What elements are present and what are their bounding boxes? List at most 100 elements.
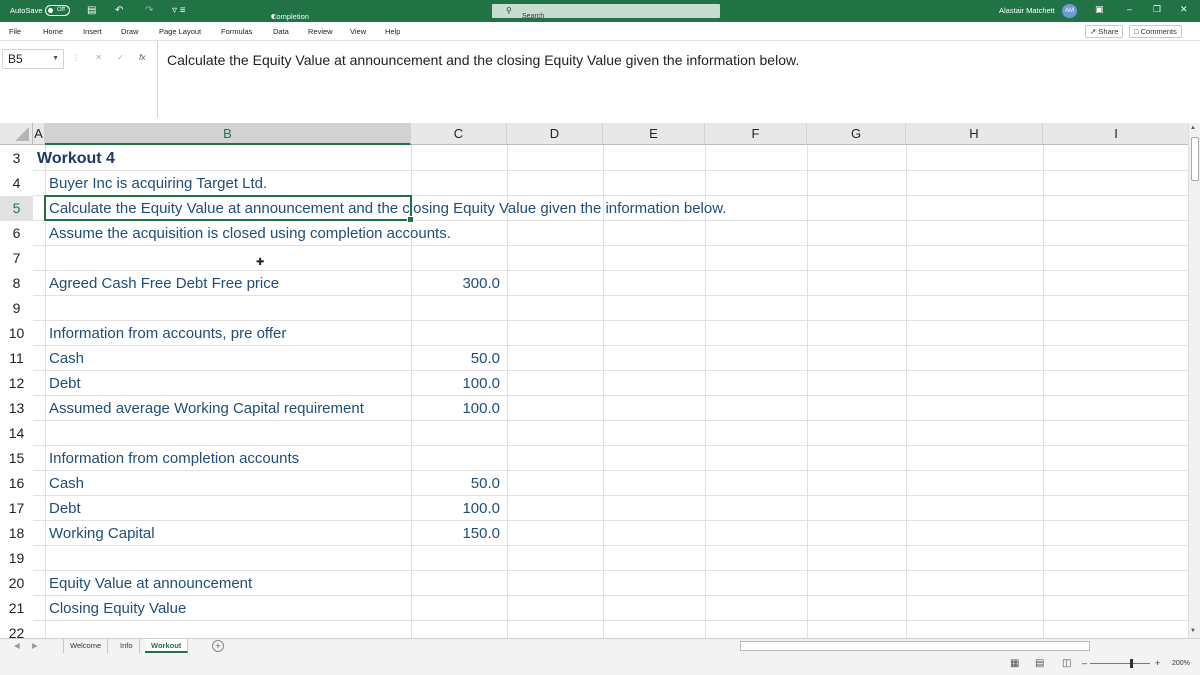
- next-sheet-icon[interactable]: ▶: [32, 641, 38, 650]
- zoom-level[interactable]: 200%: [1172, 660, 1190, 667]
- cell-b21[interactable]: Closing Equity Value: [49, 596, 186, 621]
- name-box[interactable]: B5 ▼: [2, 49, 64, 69]
- zoom-out-icon[interactable]: –: [1082, 658, 1087, 668]
- row-header-21[interactable]: 21: [0, 596, 33, 621]
- horizontal-scrollbar[interactable]: [740, 641, 1090, 651]
- row-header-14[interactable]: 14: [0, 421, 33, 446]
- prev-sheet-icon[interactable]: ◀: [14, 641, 20, 650]
- close-icon[interactable]: ✕: [1180, 4, 1188, 15]
- cell-c8[interactable]: 300.0: [411, 271, 500, 296]
- cell-b16[interactable]: Cash: [49, 471, 84, 496]
- ribbon-display-icon[interactable]: ▣: [1095, 4, 1104, 15]
- row-header-8[interactable]: 8: [0, 271, 33, 296]
- normal-view-icon[interactable]: ▦: [1010, 658, 1019, 669]
- tab-file[interactable]: File: [9, 27, 21, 36]
- tab-home[interactable]: Home: [43, 27, 63, 36]
- cell-a3[interactable]: Workout 4: [37, 146, 115, 171]
- cell-c12[interactable]: 100.0: [411, 371, 500, 396]
- scroll-up-icon[interactable]: ▲: [1190, 125, 1196, 131]
- cell-c16[interactable]: 50.0: [411, 471, 500, 496]
- cell-c11[interactable]: 50.0: [411, 346, 500, 371]
- sheet-tab-welcome[interactable]: Welcome: [63, 639, 109, 653]
- tab-view[interactable]: View: [350, 27, 366, 36]
- cell-c17[interactable]: 100.0: [411, 496, 500, 521]
- row-header-9[interactable]: 9: [0, 296, 33, 321]
- cell-b15[interactable]: Information from completion accounts: [49, 446, 299, 471]
- page-layout-view-icon[interactable]: ▤: [1035, 658, 1044, 669]
- column-header-h[interactable]: H: [906, 123, 1043, 145]
- cell-b18[interactable]: Working Capital: [49, 521, 155, 546]
- restore-icon[interactable]: ❐: [1153, 4, 1161, 15]
- column-header-i[interactable]: I: [1043, 123, 1190, 145]
- row-header-17[interactable]: 17: [0, 496, 33, 521]
- row-header-7[interactable]: 7: [0, 246, 33, 271]
- row-header-19[interactable]: 19: [0, 546, 33, 571]
- row-header-10[interactable]: 10: [0, 321, 33, 346]
- customize-icon[interactable]: ▿ ≡: [172, 5, 186, 17]
- cell-b4[interactable]: Buyer Inc is acquiring Target Ltd.: [49, 171, 267, 196]
- column-header-g[interactable]: G: [807, 123, 906, 145]
- share-button[interactable]: ↗ Share: [1085, 25, 1124, 38]
- cell-b8[interactable]: Agreed Cash Free Debt Free price: [49, 271, 279, 296]
- row-header-6[interactable]: 6: [0, 221, 33, 246]
- column-header-d[interactable]: D: [507, 123, 603, 145]
- comments-button[interactable]: □ Comments: [1129, 25, 1182, 38]
- tab-review[interactable]: Review: [308, 27, 333, 36]
- cell-c18[interactable]: 150.0: [411, 521, 500, 546]
- add-sheet-icon[interactable]: +: [212, 640, 224, 652]
- row-header-12[interactable]: 12: [0, 371, 33, 396]
- tab-data[interactable]: Data: [273, 27, 289, 36]
- row-header-16[interactable]: 16: [0, 471, 33, 496]
- insert-function-icon[interactable]: fx: [139, 53, 145, 62]
- column-header-a[interactable]: A: [33, 123, 45, 145]
- sheet-tab-workout[interactable]: Workout: [145, 639, 189, 653]
- row-header-5[interactable]: 5: [0, 196, 33, 221]
- minimize-icon[interactable]: –: [1127, 4, 1132, 14]
- cell-b17[interactable]: Debt: [49, 496, 81, 521]
- enter-icon[interactable]: ✓: [117, 53, 124, 62]
- vertical-scrollbar[interactable]: ▲ ▼: [1188, 123, 1200, 638]
- tab-page-layout[interactable]: Page Layout: [159, 27, 201, 36]
- zoom-in-icon[interactable]: +: [1155, 658, 1160, 668]
- cell-b10[interactable]: Information from accounts, pre offer: [49, 321, 286, 346]
- autosave-toggle[interactable]: Off: [45, 5, 70, 16]
- tab-draw[interactable]: Draw: [121, 27, 139, 36]
- cell-b6[interactable]: Assume the acquisition is closed using c…: [49, 221, 451, 246]
- zoom-slider[interactable]: [1090, 663, 1150, 664]
- worksheet-grid[interactable]: A B C D E F G H I 3 4 5 6 7 8 9 10 11 12…: [0, 118, 1190, 638]
- save-icon[interactable]: ▤: [87, 5, 96, 17]
- select-all-button[interactable]: [0, 123, 33, 145]
- cell-b13[interactable]: Assumed average Working Capital requirem…: [49, 396, 364, 421]
- row-header-11[interactable]: 11: [0, 346, 33, 371]
- cell-b20[interactable]: Equity Value at announcement: [49, 571, 252, 596]
- avatar[interactable]: AM: [1062, 4, 1077, 18]
- tab-insert[interactable]: Insert: [83, 27, 102, 36]
- row-header-4[interactable]: 4: [0, 171, 33, 196]
- scroll-down-icon[interactable]: ▼: [1190, 628, 1196, 634]
- column-header-b[interactable]: B: [45, 123, 411, 145]
- formula-input[interactable]: Calculate the Equity Value at announceme…: [157, 41, 1200, 119]
- page-break-view-icon[interactable]: ◫: [1062, 658, 1071, 669]
- row-header-13[interactable]: 13: [0, 396, 33, 421]
- active-cell-selection[interactable]: [44, 195, 414, 223]
- cancel-icon[interactable]: ✕: [95, 53, 102, 62]
- cell-c13[interactable]: 100.0: [411, 396, 500, 421]
- row-header-20[interactable]: 20: [0, 571, 33, 596]
- row-header-18[interactable]: 18: [0, 521, 33, 546]
- column-header-e[interactable]: E: [603, 123, 705, 145]
- row-header-15[interactable]: 15: [0, 446, 33, 471]
- undo-icon[interactable]: ↶: [115, 5, 123, 17]
- row-header-3[interactable]: 3: [0, 146, 33, 171]
- tab-formulas[interactable]: Formulas: [221, 27, 252, 36]
- cell-b12[interactable]: Debt: [49, 371, 81, 396]
- cell-b11[interactable]: Cash: [49, 346, 84, 371]
- column-header-f[interactable]: F: [705, 123, 807, 145]
- search-box[interactable]: ⚲ Search: [492, 4, 720, 20]
- sheet-tab-info[interactable]: Info: [114, 639, 140, 653]
- tab-help[interactable]: Help: [385, 27, 400, 36]
- row-header-22[interactable]: 22: [0, 621, 33, 638]
- column-header-c[interactable]: C: [411, 123, 507, 145]
- redo-icon[interactable]: ↷: [145, 5, 153, 17]
- scroll-thumb[interactable]: [1191, 137, 1199, 181]
- chevron-down-icon[interactable]: ▼: [52, 50, 59, 68]
